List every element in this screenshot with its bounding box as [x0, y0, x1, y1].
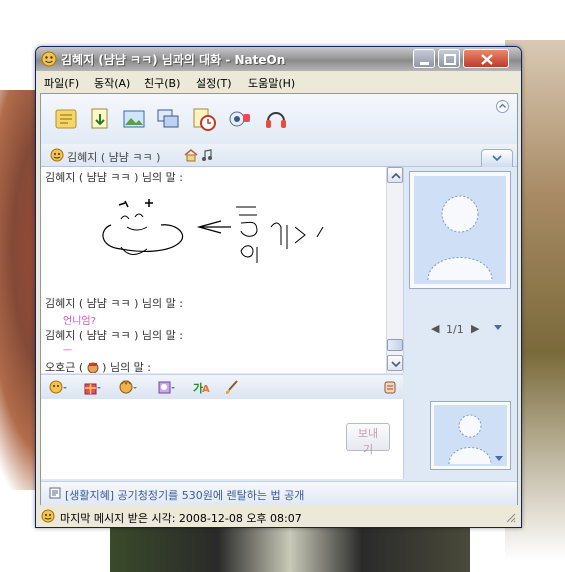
screen-share-icon[interactable] — [155, 106, 181, 132]
character-icon — [87, 362, 99, 373]
nateon-icon — [41, 51, 57, 67]
chat-message: ㅡ — [63, 346, 73, 357]
chat-scrollbar[interactable] — [386, 167, 403, 373]
memo-icon[interactable] — [53, 106, 79, 132]
menu-action[interactable]: 동작(A) — [94, 75, 130, 91]
news-ticker[interactable]: [생활지혜] 공기청정기를 530원에 렌탈하는 법 공개 — [41, 481, 517, 504]
minihompy-icon[interactable] — [184, 148, 198, 162]
chevron-down-icon — [492, 155, 502, 162]
file-transfer-icon[interactable] — [87, 106, 113, 132]
news-headline[interactable]: [생활지혜] 공기청정기를 530원에 렌탈하는 법 공개 — [65, 487, 304, 503]
chevron-up-icon[interactable] — [496, 100, 509, 113]
avatar-pager: ◀ 1/1 ▶ — [409, 321, 509, 337]
minimize-icon — [420, 62, 429, 65]
gift-icon[interactable] — [83, 379, 101, 395]
maximize-button[interactable] — [438, 49, 460, 68]
chat-line-speaker-partial: 오호근 ( ) 님의 말 : — [45, 359, 151, 373]
chevron-down-icon — [391, 361, 401, 368]
menu-file[interactable]: 파일(F) — [44, 75, 79, 91]
last-message-time: 마지막 메시지 받은 시각: 2008-12-08 오후 08:07 — [60, 512, 302, 525]
chevron-up-icon — [391, 172, 401, 179]
status-bar: 마지막 메시지 받은 시각: 2008-12-08 오후 08:07 — [36, 505, 521, 527]
send-button[interactable]: 보내기 — [346, 423, 390, 456]
music-note-icon[interactable] — [201, 148, 213, 162]
svg-text:A: A — [202, 384, 210, 395]
format-toolbar: 가 A — [41, 374, 403, 400]
note-icon — [49, 487, 61, 499]
contact-name: 김혜지 ( 냠냠 ㅋㅋ ) — [67, 151, 161, 164]
chat-message: 언니엄? — [63, 316, 96, 327]
handwritten-drawing — [102, 199, 324, 263]
close-button[interactable] — [463, 49, 509, 68]
avatar-page-indicator: 1/1 — [446, 323, 464, 336]
chat-line-speaker: 김혜지 ( 냠냠 ㅋㅋ ) 님의 말 : — [45, 329, 183, 342]
emoticon-icon[interactable] — [49, 379, 67, 395]
avatar-placeholder-icon — [414, 176, 506, 284]
chat-history[interactable]: 김혜지 ( 냠냠 ㅋㅋ ) 님의 말 : 김혜지 ( 냠냠 ㅋㅋ ) 님의 말 … — [41, 167, 404, 373]
contact-avatar[interactable] — [409, 171, 511, 289]
avatar-placeholder-icon — [434, 405, 507, 466]
minimize-button[interactable] — [413, 49, 435, 68]
brush-icon[interactable] — [223, 379, 241, 395]
menu-help[interactable]: 도움말(H) — [248, 75, 295, 91]
cam-icon[interactable] — [227, 106, 253, 132]
background-theme-icon[interactable] — [157, 379, 175, 395]
maximize-icon — [444, 54, 456, 65]
conversation-panel: 김혜지 ( 냠냠 ㅋㅋ ) 김혜지 ( 냠냠 ㅋㅋ ) 님의 말 : 김혜지 (… — [40, 93, 518, 523]
title-bar[interactable]: 김혜지 (냠냠 ㅋㅋ) 님과의 대화 - NateOn — [36, 47, 521, 71]
chat-line-speaker: 김혜지 ( 냠냠 ㅋㅋ ) 님의 말 : — [45, 171, 183, 184]
speaker-suffix: ) 님의 말 : — [102, 361, 152, 373]
speaker-name: 오호근 ( — [45, 361, 84, 373]
tab-dropdown-button[interactable] — [481, 149, 513, 167]
resize-grip-icon[interactable] — [504, 511, 516, 523]
nateon-icon — [41, 509, 55, 523]
toolbar — [41, 94, 517, 145]
smiley-icon — [50, 148, 64, 162]
scroll-up-button[interactable] — [387, 167, 403, 183]
contact-tab[interactable]: 김혜지 ( 냠냠 ㅋㅋ ) — [41, 144, 517, 167]
nudge-icon[interactable] — [381, 379, 399, 395]
chat-line-speaker: 김혜지 ( 냠냠 ㅋㅋ ) 님의 말 : — [45, 297, 183, 310]
window-title: 김혜지 (냠냠 ㅋㅋ) 님과의 대화 - NateOn — [61, 53, 286, 67]
chevron-down-icon[interactable] — [493, 324, 503, 332]
next-avatar-button[interactable]: ▶ — [471, 322, 479, 335]
close-icon — [481, 54, 493, 65]
photo-icon[interactable] — [121, 106, 147, 132]
font-icon[interactable]: 가 A — [193, 379, 211, 395]
prev-avatar-button[interactable]: ◀ — [431, 322, 439, 335]
scroll-down-button[interactable] — [387, 355, 403, 371]
my-avatar[interactable] — [430, 401, 511, 470]
headset-icon[interactable] — [263, 106, 289, 132]
alarm-icon[interactable] — [191, 106, 217, 132]
character-emoticon-icon[interactable] — [119, 379, 137, 395]
message-input-area[interactable]: 보내기 — [41, 399, 404, 479]
menu-bar: 파일(F) 동작(A) 친구(B) 설정(T) 도움말(H) — [36, 71, 521, 93]
menu-settings[interactable]: 설정(T) — [196, 75, 232, 91]
scroll-thumb[interactable] — [387, 339, 403, 351]
menu-friends[interactable]: 친구(B) — [144, 75, 180, 91]
chat-window: 김혜지 (냠냠 ㅋㅋ) 님과의 대화 - NateOn 파일(F) 동작(A) … — [35, 46, 522, 528]
